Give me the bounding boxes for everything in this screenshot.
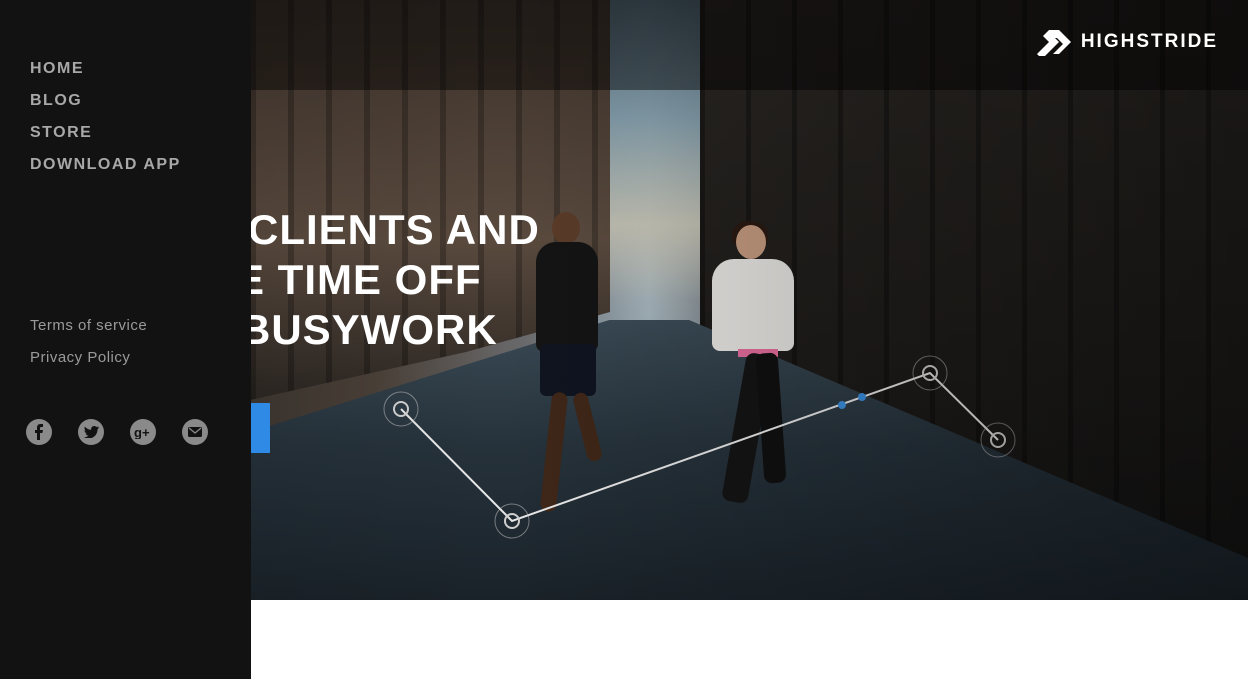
nav-store[interactable]: STORE <box>30 123 181 155</box>
hero-headline-line: K CLIENTS AND <box>204 206 540 253</box>
nav-home[interactable]: HOME <box>30 59 181 91</box>
terms-of-service-link[interactable]: Terms of service <box>30 316 147 348</box>
hero-headline-line: BUSYWORK <box>240 306 498 353</box>
twitter-icon[interactable] <box>78 419 104 445</box>
google-plus-icon[interactable]: g+ <box>130 419 156 445</box>
sidebar-nav: HOME BLOG STORE DOWNLOAD APP <box>30 59 181 187</box>
logo-text: HIGHSTRIDE <box>1080 31 1218 52</box>
nav-download-app[interactable]: DOWNLOAD APP <box>30 155 181 187</box>
privacy-policy-link[interactable]: Privacy Policy <box>30 348 147 380</box>
sidebar: HOME BLOG STORE DOWNLOAD APP Terms of se… <box>0 0 251 679</box>
logo-mark-icon <box>1036 30 1071 56</box>
hero-headline: K CLIENTS AND E TIME OFF BUSYWORK <box>204 205 540 355</box>
facebook-icon[interactable] <box>26 419 52 445</box>
logo[interactable]: HIGHSTRIDE <box>1036 28 1218 56</box>
social-links: g+ <box>26 419 208 445</box>
svg-text:g+: g+ <box>134 425 150 439</box>
nav-blog[interactable]: BLOG <box>30 91 181 123</box>
hero-headline-line: E TIME OFF <box>236 256 482 303</box>
legal-links: Terms of service Privacy Policy <box>30 316 147 380</box>
email-icon[interactable] <box>182 419 208 445</box>
